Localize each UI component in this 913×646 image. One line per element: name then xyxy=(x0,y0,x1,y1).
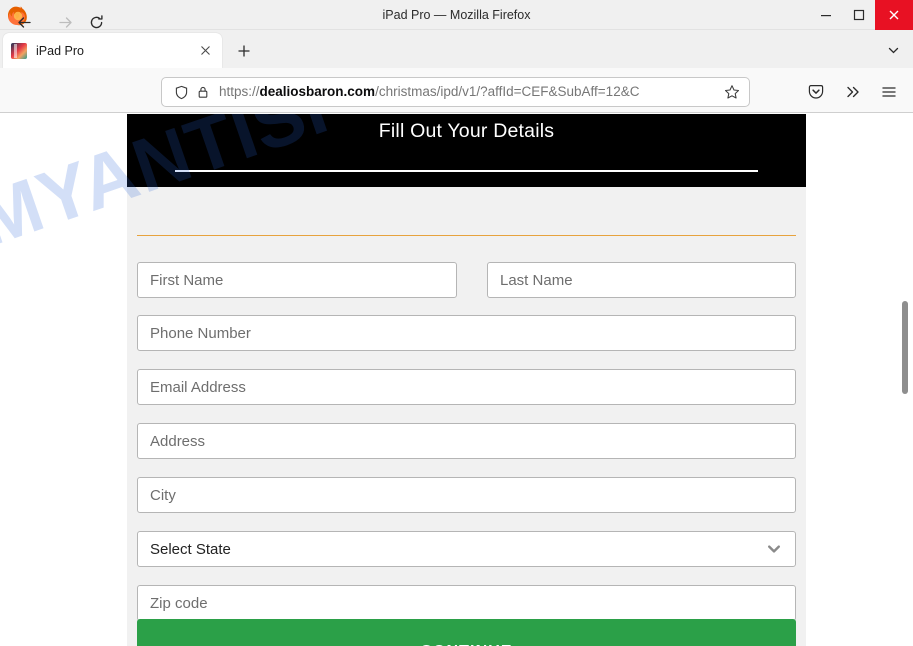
browser-window: iPad Pro — Mozilla Firefox iPad Pro http… xyxy=(0,0,913,646)
back-button[interactable] xyxy=(9,7,40,38)
minimize-button[interactable] xyxy=(810,0,842,30)
tab-ipad-pro[interactable]: iPad Pro xyxy=(3,33,222,68)
url-host: dealiosbaron.com xyxy=(259,84,376,99)
details-form: First Name Last Name Phone Number Email … xyxy=(137,114,796,646)
tab-close-icon[interactable] xyxy=(196,42,214,60)
title-bar: iPad Pro — Mozilla Firefox xyxy=(0,0,913,30)
phone-number-placeholder: Phone Number xyxy=(150,324,251,342)
close-window-button[interactable] xyxy=(875,0,913,30)
last-name-input[interactable]: Last Name xyxy=(487,262,796,298)
state-select-value: Select State xyxy=(150,540,231,558)
pocket-icon[interactable] xyxy=(801,77,831,107)
padlock-icon[interactable] xyxy=(192,81,214,103)
first-name-input[interactable]: First Name xyxy=(137,262,457,298)
chevron-down-icon[interactable] xyxy=(765,540,783,558)
ipad-favicon xyxy=(11,42,27,59)
new-tab-button[interactable] xyxy=(231,40,257,62)
first-name-placeholder: First Name xyxy=(150,271,224,289)
reload-button[interactable] xyxy=(81,7,112,38)
zip-code-placeholder: Zip code xyxy=(150,594,208,612)
tab-strip: iPad Pro xyxy=(0,30,913,68)
continue-button[interactable]: CONTINUE xyxy=(137,619,796,646)
url-text[interactable]: https://dealiosbaron.com/christmas/ipd/v… xyxy=(219,77,721,107)
url-path: /christmas/ipd/v1/?affId=CEF&SubAff=12&C xyxy=(375,84,640,99)
vertical-scrollbar[interactable] xyxy=(898,114,913,646)
address-input[interactable]: Address xyxy=(137,423,796,459)
content-viewport: Fill Out Your Details First Name Last Na… xyxy=(0,114,913,646)
email-input[interactable]: Email Address xyxy=(137,369,796,405)
double-chevron-right-icon[interactable] xyxy=(838,77,868,107)
page-panel: Fill Out Your Details First Name Last Na… xyxy=(127,114,806,646)
phone-number-input[interactable]: Phone Number xyxy=(137,315,796,351)
list-all-tabs-button[interactable] xyxy=(881,40,905,60)
forward-button xyxy=(50,7,81,38)
scrollbar-thumb[interactable] xyxy=(902,301,908,394)
star-icon[interactable] xyxy=(721,81,743,103)
email-placeholder: Email Address xyxy=(150,378,246,396)
address-placeholder: Address xyxy=(150,432,206,450)
city-placeholder: City xyxy=(150,486,176,504)
tab-label: iPad Pro xyxy=(36,43,84,58)
maximize-button[interactable] xyxy=(843,0,875,30)
url-scheme: https:// xyxy=(219,84,260,99)
zip-code-input[interactable]: Zip code xyxy=(137,585,796,621)
shield-icon[interactable] xyxy=(170,81,192,103)
window-title: iPad Pro — Mozilla Firefox xyxy=(382,8,531,22)
city-input[interactable]: City xyxy=(137,477,796,513)
state-select[interactable]: Select State xyxy=(137,531,796,567)
address-bar[interactable]: https://dealiosbaron.com/christmas/ipd/v… xyxy=(161,77,750,107)
hamburger-menu-icon[interactable] xyxy=(874,77,904,107)
last-name-placeholder: Last Name xyxy=(500,271,573,289)
